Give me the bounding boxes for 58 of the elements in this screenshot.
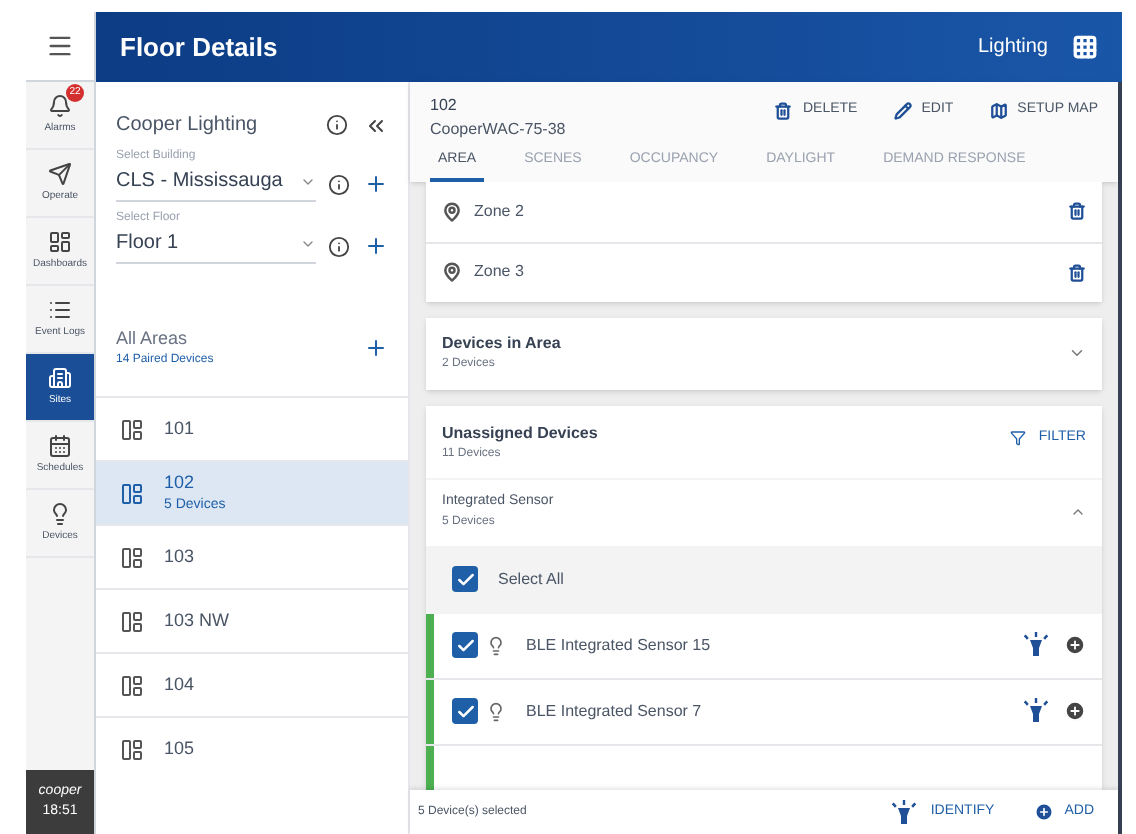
add-circle-icon: [1034, 802, 1055, 822]
card-title: Devices in Area: [442, 332, 563, 356]
building-icon: [48, 366, 72, 390]
site-name: Cooper Lighting: [116, 112, 260, 140]
controller-name: CooperWAC-75-38: [430, 118, 568, 142]
apps-grid-icon[interactable]: [1072, 34, 1098, 60]
area-icon: [120, 545, 144, 569]
trash-icon[interactable]: [1068, 202, 1086, 220]
checkbox[interactable]: [452, 632, 478, 658]
area-name: 103 NW: [164, 607, 230, 634]
area-name: 105: [164, 735, 195, 762]
area-icon: [120, 481, 144, 505]
add-icon[interactable]: [364, 336, 388, 360]
identify-icon: [1024, 632, 1048, 658]
info-icon[interactable]: [328, 174, 350, 196]
info-icon[interactable]: [326, 114, 348, 136]
all-areas-title: All Areas: [116, 325, 190, 352]
add-circle-icon[interactable]: [1064, 700, 1086, 722]
area-name: 101: [164, 415, 195, 442]
zone-name: Zone 3: [474, 260, 526, 284]
area-name: 103: [164, 543, 195, 570]
pin-icon: [442, 201, 462, 221]
lamp-icon: [892, 799, 917, 825]
send-icon: [48, 162, 72, 186]
area-title: 102: [430, 94, 459, 118]
dashboard-icon: [48, 230, 72, 254]
calendar-icon: [48, 434, 72, 458]
device-name: BLE Integrated Sensor 15: [526, 633, 713, 657]
add-circle-icon[interactable]: [1064, 634, 1086, 656]
filter-icon: [1010, 429, 1027, 446]
zone-name: Zone 2: [474, 199, 526, 223]
lightbulb-icon: [48, 502, 72, 526]
add-icon[interactable]: [364, 172, 388, 196]
checkbox[interactable]: [452, 698, 478, 724]
area-icon: [120, 673, 144, 697]
area-icon: [120, 417, 144, 441]
checkbox[interactable]: [452, 566, 478, 592]
area-name: 104: [164, 671, 195, 698]
pin-icon: [442, 262, 462, 282]
sensor-icon: [486, 635, 506, 655]
map-icon: [989, 101, 1008, 120]
sensor-icon: [486, 701, 506, 721]
page-title: Floor Details: [120, 29, 280, 66]
add-icon[interactable]: [364, 234, 388, 258]
menu-icon: [46, 32, 74, 60]
card-title: Unassigned Devices: [442, 421, 600, 445]
pencil-icon: [893, 101, 912, 120]
section-label: Lighting: [977, 34, 1048, 62]
trash-icon: [774, 101, 793, 120]
info-icon[interactable]: [328, 236, 350, 258]
device-name: BLE Integrated Sensor 7: [526, 699, 704, 723]
area-icon: [120, 609, 144, 633]
identify-icon: [1024, 698, 1048, 724]
trash-icon[interactable]: [1068, 263, 1086, 281]
area-name: 102: [164, 469, 197, 495]
bell-icon: [48, 94, 72, 118]
select-all-label: Select All: [498, 567, 564, 591]
area-icon: [120, 737, 144, 761]
